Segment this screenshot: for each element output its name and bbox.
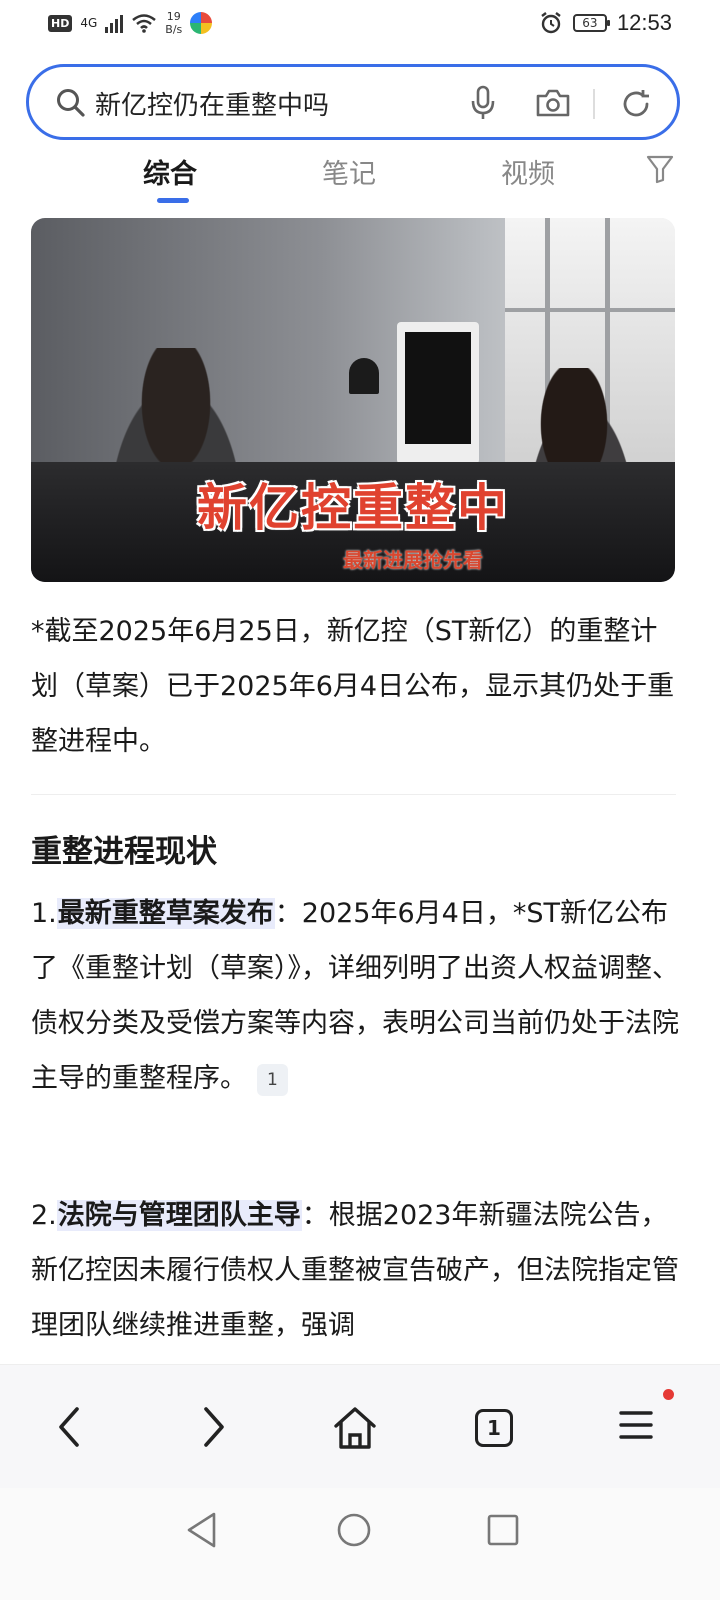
tab-comprehensive[interactable]: 综合 bbox=[143, 152, 197, 191]
system-back-icon[interactable] bbox=[184, 1510, 220, 1550]
camera-icon[interactable] bbox=[535, 87, 571, 119]
signal-icon bbox=[105, 13, 124, 33]
status-right: 63 12:53 bbox=[539, 10, 672, 36]
section-divider bbox=[31, 794, 676, 795]
citation-badge[interactable]: 1 bbox=[257, 1063, 288, 1096]
status-bar: HD 4G 19 B/s 63 12:53 bbox=[0, 0, 720, 50]
tab-switcher-button[interactable]: 1 bbox=[475, 1409, 513, 1447]
forward-icon[interactable] bbox=[200, 1405, 228, 1449]
browser-toolbar: 1 bbox=[0, 1364, 720, 1489]
answer-content[interactable]: 新亿控重整中 最新进展抢先看 *截至2025年6月25日，新亿控（ST新亿）的重… bbox=[0, 208, 720, 1364]
hero-image[interactable]: 新亿控重整中 最新进展抢先看 bbox=[31, 218, 675, 582]
item-highlight: 法院与管理团队主导 bbox=[56, 1200, 302, 1231]
wifi-icon bbox=[132, 14, 157, 33]
status-left: HD 4G 19 B/s bbox=[48, 10, 213, 36]
home-icon[interactable] bbox=[332, 1405, 378, 1451]
result-tabs: 综合 笔记 视频 bbox=[0, 150, 720, 208]
hero-lamp bbox=[349, 358, 379, 394]
tab-videos[interactable]: 视频 bbox=[501, 152, 555, 191]
filter-icon[interactable] bbox=[646, 154, 674, 184]
tab-notes[interactable]: 笔记 bbox=[322, 152, 376, 191]
list-item: 2.法院与管理团队主导：根据2023年新疆法院公告，新亿控因未履行债权人重整被宣… bbox=[31, 1188, 681, 1353]
microphone-icon[interactable] bbox=[469, 85, 497, 121]
net-speed-unit: B/s bbox=[165, 23, 183, 36]
alarm-icon bbox=[541, 12, 561, 34]
system-home-icon[interactable] bbox=[335, 1510, 373, 1550]
system-navigation-bar bbox=[0, 1488, 720, 1600]
network-type: 4G bbox=[80, 16, 98, 30]
system-recents-icon[interactable] bbox=[485, 1510, 521, 1550]
item-highlight: 最新重整草案发布 bbox=[56, 898, 275, 929]
battery-icon: 63 bbox=[572, 14, 610, 32]
hero-title: 新亿控重整中 bbox=[197, 479, 509, 537]
search-divider bbox=[593, 89, 595, 119]
net-speed-value: 19 bbox=[166, 10, 181, 23]
intro-paragraph: *截至2025年6月25日，新亿控（ST新亿）的重整计划（草案）已于2025年6… bbox=[31, 616, 675, 757]
menu-notification-dot bbox=[663, 1389, 674, 1400]
active-tab-indicator bbox=[157, 198, 189, 203]
search-bar[interactable]: 新亿控仍在重整中吗 bbox=[26, 64, 680, 140]
search-icon bbox=[57, 89, 85, 117]
hero-monitor bbox=[397, 322, 479, 464]
refresh-icon[interactable] bbox=[619, 87, 653, 121]
item-number: 1. bbox=[31, 898, 57, 929]
list-item: 1.最新重整草案发布：2025年6月4日，*ST新亿公布了《重整计划（草案）》，… bbox=[31, 886, 681, 1106]
menu-icon[interactable] bbox=[618, 1405, 654, 1445]
app-notification-icon bbox=[190, 12, 213, 34]
search-input[interactable]: 新亿控仍在重整中吗 bbox=[95, 85, 329, 122]
clock: 12:53 bbox=[616, 10, 672, 35]
item-number: 2. bbox=[31, 1200, 57, 1231]
net-speed: 19 B/s bbox=[165, 10, 182, 36]
hd-badge: HD bbox=[48, 14, 73, 32]
hero-subtitle: 最新进展抢先看 bbox=[343, 548, 483, 572]
back-icon[interactable] bbox=[55, 1405, 83, 1449]
section-heading: 重整进程现状 bbox=[31, 834, 217, 870]
